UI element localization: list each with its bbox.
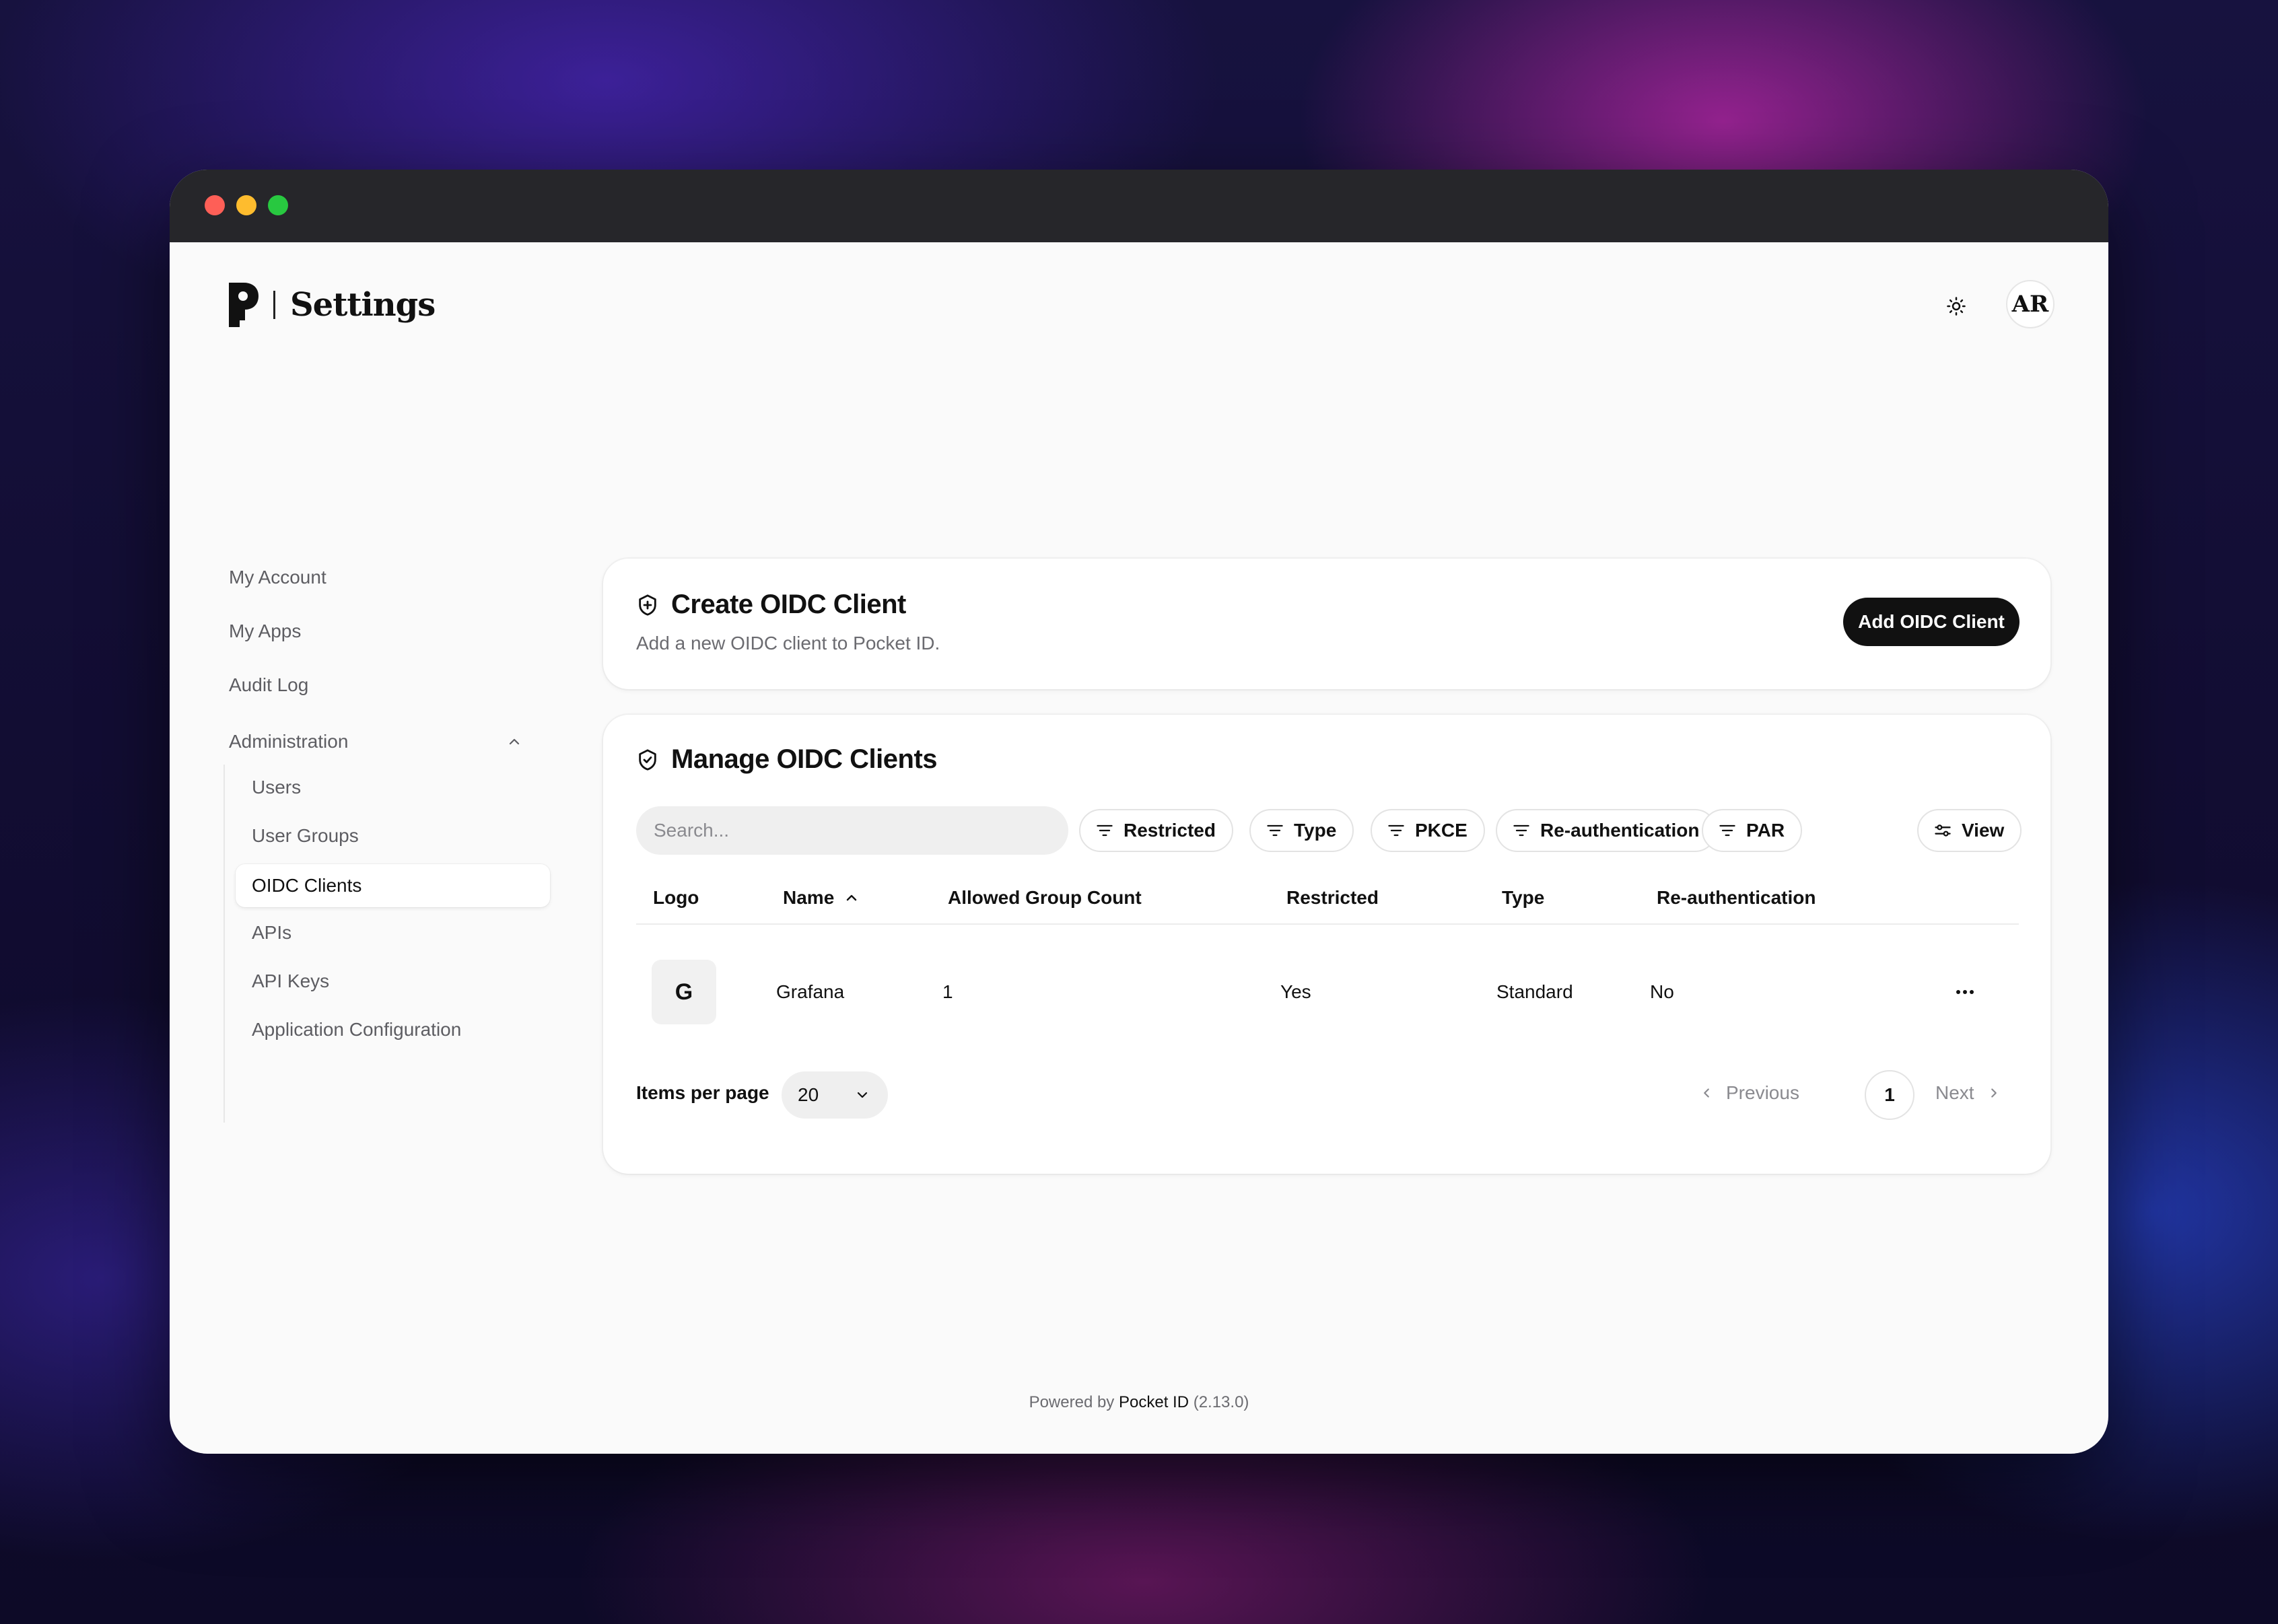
sidebar-item-user-groups[interactable]: User Groups [252, 825, 359, 847]
sidebar-group-label: Administration [229, 731, 349, 752]
client-name[interactable]: Grafana [776, 981, 844, 1003]
footer-version: (2.13.0) [1193, 1393, 1249, 1411]
items-per-page-label: Items per page [636, 1082, 769, 1103]
footer: Powered by Pocket ID (2.13.0) [170, 1393, 2108, 1412]
items-per-page-select[interactable]: 20 [782, 1071, 888, 1119]
sidebar-item-my-account[interactable]: My Account [229, 567, 326, 588]
filter-lines-icon [1719, 824, 1735, 837]
column-header-logo: Logo [653, 887, 699, 908]
view-label: View [1962, 820, 2005, 841]
sidebar-item-audit-log[interactable]: Audit Log [229, 674, 308, 696]
chevron-up-icon [847, 894, 857, 901]
sun-icon [1947, 297, 1966, 316]
shield-check-icon [639, 748, 656, 771]
theme-toggle-button[interactable] [1939, 289, 1973, 323]
filter-pkce-button[interactable]: PKCE [1371, 809, 1485, 852]
maximize-window-button[interactable] [268, 195, 288, 215]
client-allowed-group-count: 1 [942, 981, 953, 1002]
filter-label: PAR [1746, 820, 1785, 841]
client-reauthentication: No [1650, 981, 1674, 1002]
add-oidc-client-button[interactable]: Add OIDC Client [1843, 598, 2020, 646]
filter-label: Re-authentication [1540, 820, 1700, 841]
column-header-label: Name [783, 887, 835, 908]
previous-label: Previous [1726, 1082, 1799, 1103]
filter-type-button[interactable]: Type [1249, 809, 1354, 852]
minimize-window-button[interactable] [236, 195, 256, 215]
footer-link[interactable]: Pocket ID [1119, 1393, 1189, 1411]
filter-label: Restricted [1124, 820, 1216, 841]
page-title: Settings [290, 286, 436, 324]
filter-lines-icon [1097, 824, 1113, 837]
sliders-icon [1935, 824, 1951, 837]
pocket-id-logo-icon [229, 283, 258, 327]
filter-label: PKCE [1415, 820, 1468, 841]
user-avatar[interactable]: AR [2006, 280, 2055, 328]
filter-par-button[interactable]: PAR [1702, 809, 1803, 852]
filter-lines-icon [1267, 824, 1283, 837]
sidebar-item-my-apps[interactable]: My Apps [229, 621, 301, 642]
shield-plus-icon [639, 594, 656, 616]
filter-label: Type [1294, 820, 1337, 841]
chevron-right-icon [1991, 1088, 1997, 1098]
column-header-type: Type [1502, 887, 1545, 908]
column-header-allowed-group-count: Allowed Group Count [948, 887, 1142, 908]
sidebar-subnav-line [223, 765, 225, 1123]
page-content: Settings AR My Account My Apps Audit Log… [170, 242, 2108, 1454]
chevron-left-icon [1704, 1088, 1709, 1098]
filter-restricted-button[interactable]: Restricted [1079, 809, 1233, 852]
sidebar-group-administration[interactable]: Administration [229, 723, 539, 761]
manage-oidc-clients-card: Manage OIDC Clients Restricted Type PKCE… [603, 715, 2050, 1174]
column-header-reauthentication: Re-authentication [1657, 887, 1816, 908]
sidebar-item-oidc-clients[interactable]: OIDC Clients [236, 864, 550, 907]
window-titlebar [170, 170, 2108, 242]
table-header-divider [636, 923, 2019, 925]
next-page-button[interactable]: Next [1935, 1082, 2001, 1104]
items-per-page-value: 20 [798, 1084, 819, 1105]
sidebar-item-api-keys[interactable]: API Keys [252, 970, 329, 992]
view-options-button[interactable]: View [1917, 809, 2022, 852]
create-card-description: Add a new OIDC client to Pocket ID. [636, 633, 940, 654]
more-horizontal-icon [1956, 990, 1974, 994]
next-label: Next [1935, 1082, 1974, 1103]
chevron-up-icon [509, 738, 520, 745]
client-restricted: Yes [1280, 981, 1311, 1002]
filter-lines-icon [1513, 824, 1529, 837]
column-header-name[interactable]: Name [783, 887, 860, 909]
page-number-button[interactable]: 1 [1865, 1070, 1914, 1120]
chevron-down-icon [857, 1092, 868, 1098]
client-logo: G [652, 960, 716, 1024]
create-oidc-client-card: Create OIDC Client Add a new OIDC client… [603, 559, 2050, 689]
column-header-restricted: Restricted [1286, 887, 1379, 908]
sidebar-item-application-configuration[interactable]: Application Configuration [252, 1019, 461, 1040]
manage-card-title-text: Manage OIDC Clients [671, 744, 938, 774]
sidebar-item-users[interactable]: Users [252, 777, 301, 798]
sidebar-item-apis[interactable]: APIs [252, 922, 291, 944]
manage-card-title: Manage OIDC Clients [636, 744, 938, 775]
brand: Settings [229, 281, 436, 328]
brand-separator [273, 291, 275, 319]
filter-lines-icon [1388, 824, 1404, 837]
filter-reauthentication-button[interactable]: Re-authentication [1496, 809, 1717, 852]
close-window-button[interactable] [205, 195, 225, 215]
search-input[interactable] [636, 806, 1068, 855]
create-card-title-text: Create OIDC Client [671, 590, 906, 619]
client-type: Standard [1496, 981, 1573, 1002]
footer-prefix: Powered by [1029, 1393, 1115, 1411]
previous-page-button[interactable]: Previous [1699, 1082, 1799, 1104]
create-card-title: Create OIDC Client [636, 590, 906, 620]
row-actions-button[interactable] [1948, 979, 1982, 1005]
app-window: Settings AR My Account My Apps Audit Log… [170, 170, 2108, 1454]
